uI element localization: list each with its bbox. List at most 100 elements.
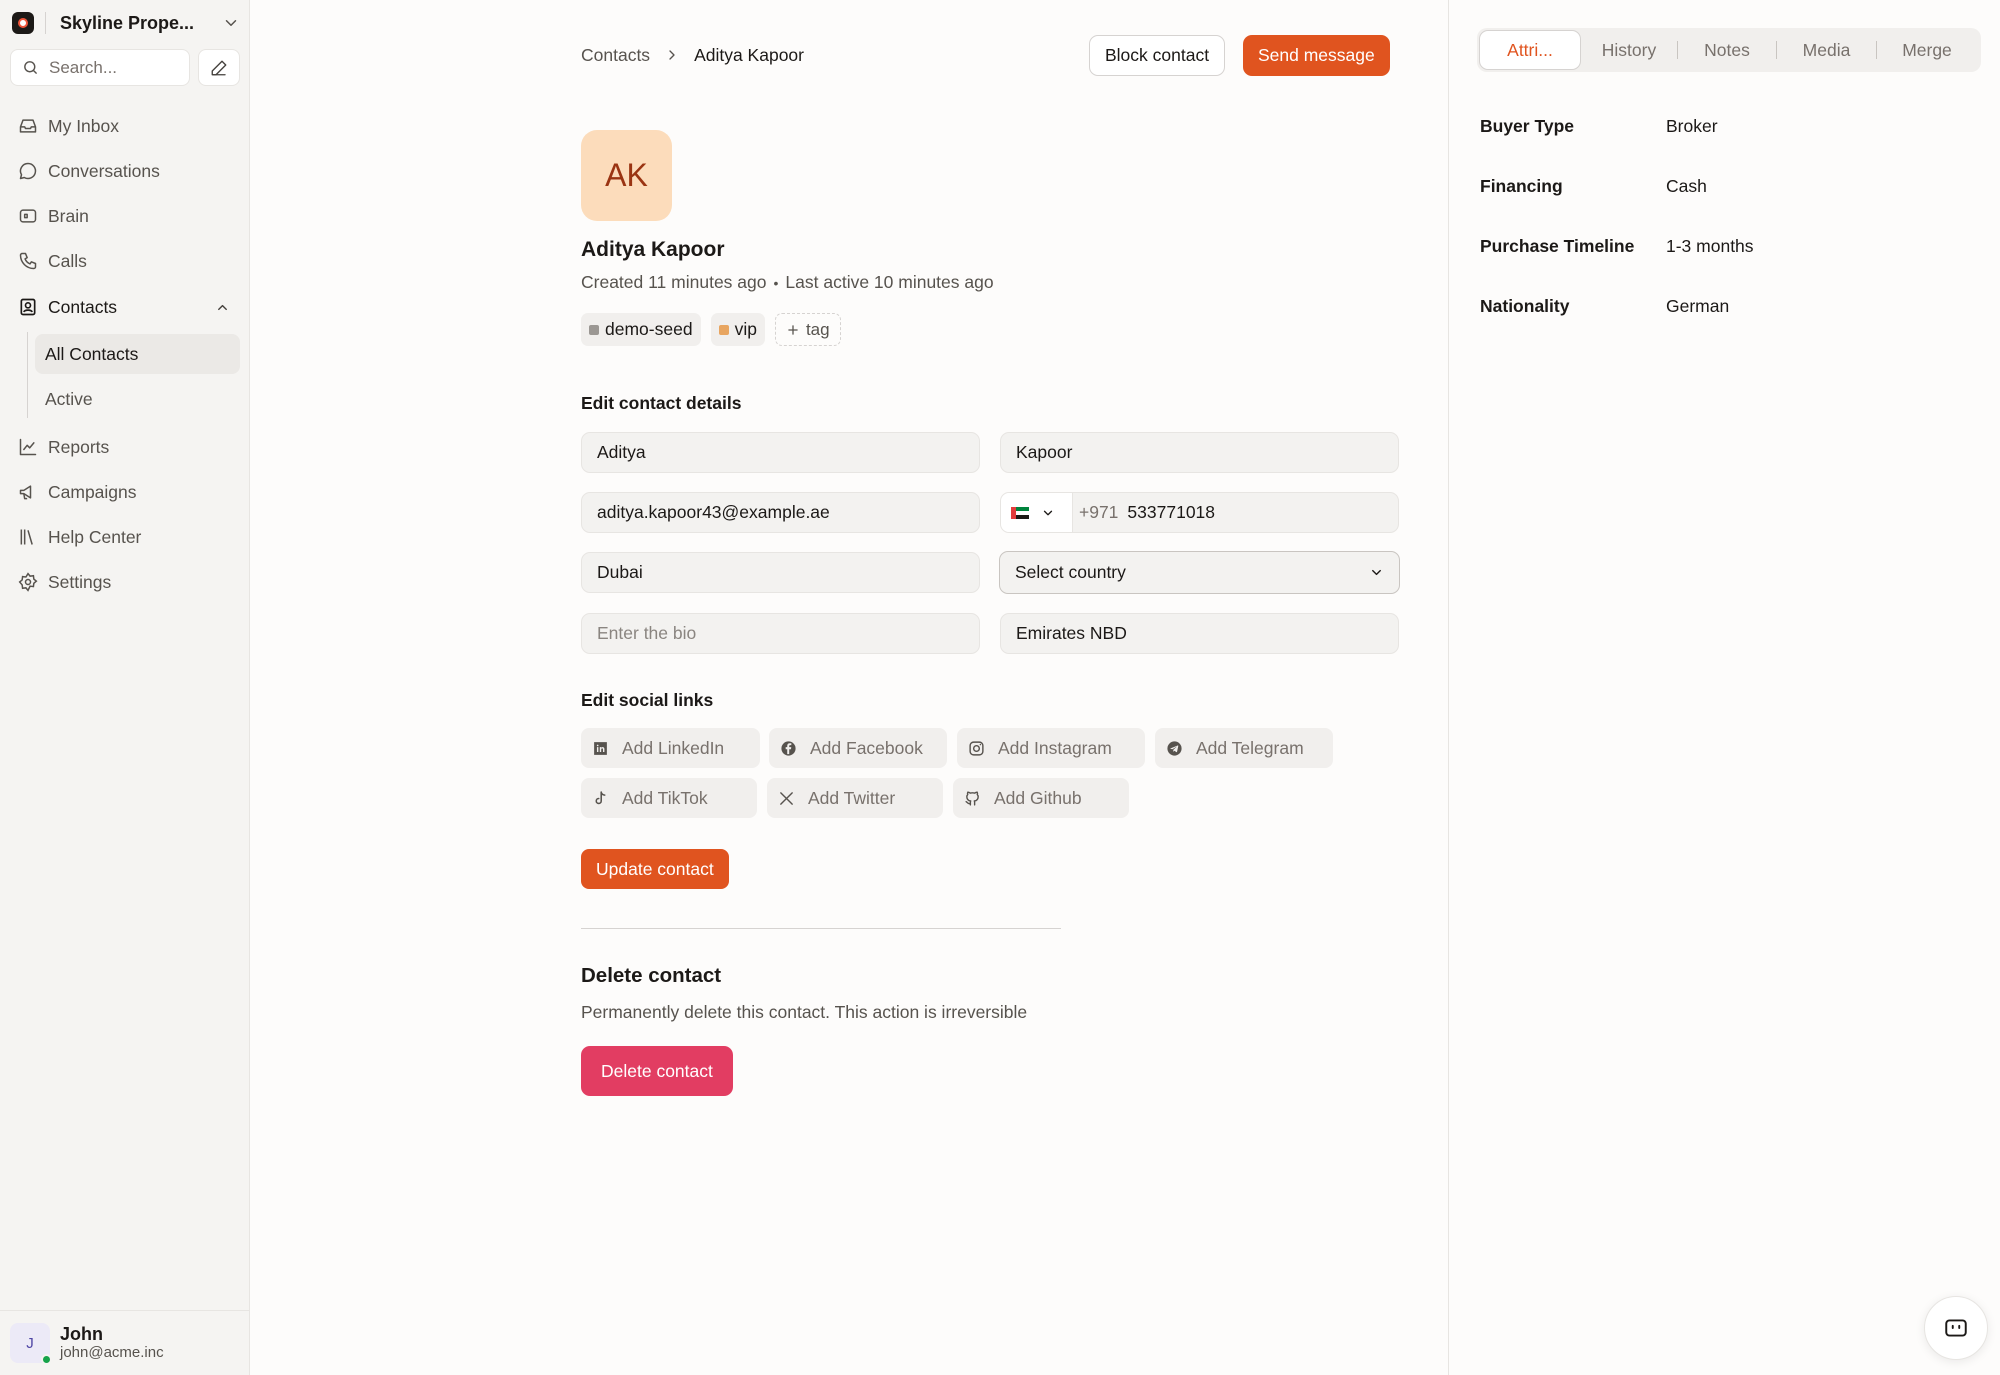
nav-label: Reports [48,436,110,457]
nav-all-contacts[interactable]: All Contacts [35,334,240,374]
section-divider [581,928,1061,929]
attribute-value: Broker [1666,116,1718,136]
tag-color-swatch [718,324,729,335]
delete-contact-button[interactable]: Delete contact [581,1046,733,1096]
tab-merge[interactable]: Merge [1877,30,1977,70]
attribute-value: Cash [1666,176,1707,196]
attribute-key: Nationality [1480,296,1570,316]
country-select-value: Select country [1015,562,1126,582]
company-field[interactable] [1000,613,1399,654]
instagram-icon [969,740,984,756]
linkedin-link-field[interactable]: Add LinkedIn [581,728,760,768]
breadcrumb-current: Aditya Kapoor [694,44,804,65]
nav-my-inbox[interactable]: My Inbox [10,107,240,145]
online-status-dot [41,1354,52,1365]
attribute-row: Financing Cash [1480,176,1707,197]
compose-button[interactable] [198,49,240,86]
chart-line-icon [19,438,37,456]
tab-media[interactable]: Media [1777,30,1876,70]
uae-flag-icon [1011,506,1029,519]
attribute-row: Buyer Type Broker [1480,116,1718,137]
plus-icon [788,324,798,335]
github-icon [965,790,979,806]
attribute-row: Nationality German [1480,296,1729,317]
workspace-switcher[interactable]: Skyline Prope... [12,8,240,38]
edit-details-heading: Edit contact details [581,393,742,413]
nav-label: Calls [48,250,87,271]
megaphone-icon [19,485,32,500]
chat-widget-button[interactable] [1924,1296,1988,1360]
attribute-row: Purchase Timeline 1-3 months [1480,236,1754,257]
github-link-field[interactable]: Add Github [953,778,1129,818]
gear-icon [18,572,38,592]
facebook-link-field[interactable]: Add Facebook [769,728,947,768]
nav-label: My Inbox [48,115,119,136]
nav-brain[interactable]: Brain [10,197,240,235]
tag-label: vip [734,319,757,339]
user-profile[interactable]: J John john@acme.inc [0,1310,250,1375]
contact-initials: AK [605,157,648,193]
tab-history[interactable]: History [1581,30,1677,70]
nav-active-contacts[interactable]: Active [35,379,240,419]
meta-separator: • [773,274,779,291]
nav-help-center[interactable]: Help Center [10,518,240,556]
search-input[interactable] [49,57,179,78]
first-name-field[interactable] [581,432,980,473]
details-tabs: Attri... History Notes Media Merge [1477,28,1981,72]
nav-label: All Contacts [45,343,139,364]
tag-chip[interactable]: demo-seed [581,313,701,346]
delete-contact-heading: Delete contact [581,964,722,987]
country-select[interactable]: Select country [999,551,1400,594]
add-tag-label: tag [805,319,830,339]
linkedin-icon [594,741,607,755]
nav-conversations[interactable]: Conversations [10,152,240,190]
x-twitter-icon [780,791,793,805]
nav-campaigns[interactable]: Campaigns [10,473,240,511]
inbox-icon [19,119,37,133]
tiktok-icon [595,790,606,804]
phone-number-input[interactable] [1127,502,1328,523]
nav-settings[interactable]: Settings [10,563,240,601]
avatar: J [10,1323,52,1365]
telegram-link-field[interactable]: Add Telegram [1155,728,1333,768]
nav-label: Help Center [48,526,142,547]
tiktok-link-field[interactable]: Add TikTok [581,778,757,818]
instagram-link-field[interactable]: Add Instagram [957,728,1145,768]
contact-name: Aditya Kapoor [581,238,725,261]
phone-prefix: +971 [1079,502,1119,522]
country-code-select[interactable] [1001,493,1073,532]
facebook-icon [781,740,796,756]
block-contact-button[interactable]: Block contact [1089,35,1226,76]
city-field[interactable] [581,552,980,593]
avatar-initial: J [26,1334,34,1352]
last-name-field[interactable] [1000,432,1399,473]
send-message-button[interactable]: Send message [1243,35,1390,76]
tag-chip[interactable]: vip [710,313,765,346]
nav-label: Active [45,388,93,409]
search-icon [24,61,37,74]
telegram-icon [1167,740,1182,756]
breadcrumb-contacts-link[interactable]: Contacts [581,45,650,66]
nav-calls[interactable]: Calls [10,242,240,280]
nav-reports[interactable]: Reports [10,428,240,466]
attribute-key: Purchase Timeline [1480,236,1635,256]
twitter-link-field[interactable]: Add Twitter [767,778,943,818]
brain-icon [19,209,37,223]
attribute-value: 1-3 months [1666,236,1754,256]
tab-attributes[interactable]: Attri... [1479,30,1581,70]
add-tag-button[interactable]: tag [774,313,841,346]
submenu-rail [27,332,28,418]
workspace-logo-icon [12,12,34,34]
social-label: Add LinkedIn [622,737,725,758]
details-panel [1448,0,2000,1375]
bio-field[interactable] [581,613,980,654]
nav-label: Campaigns [48,481,137,502]
email-field[interactable] [581,492,980,533]
nav-label: Settings [48,571,112,592]
social-label: Add Facebook [810,737,923,758]
sidebar-search[interactable] [10,49,190,86]
update-contact-button[interactable]: Update contact [581,849,729,889]
chevron-up-icon [218,304,227,310]
tab-notes[interactable]: Notes [1678,30,1776,70]
nav-contacts[interactable]: Contacts [10,288,240,326]
